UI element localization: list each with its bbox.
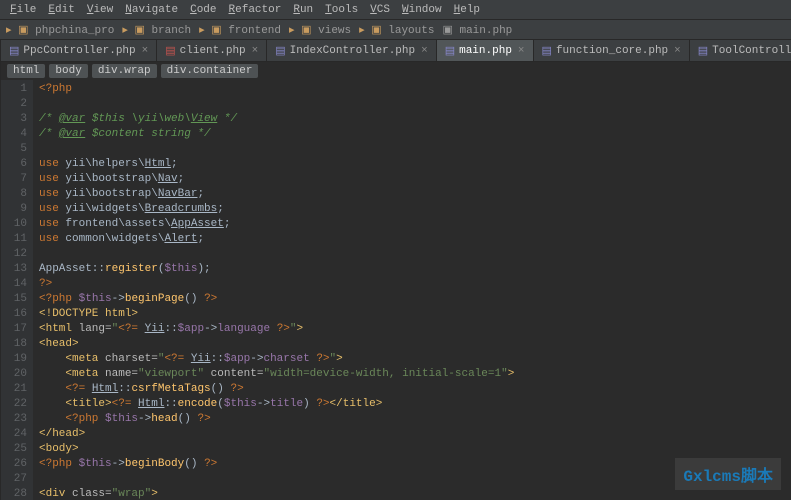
watermark: Gxlcms脚本 xyxy=(675,458,781,490)
breadcrumb-item[interactable]: ▸ ▣ branch xyxy=(122,23,191,37)
breadcrumb-item[interactable]: ▸ ▣ frontend xyxy=(199,23,281,37)
file-icon: ▤ xyxy=(275,44,285,58)
file-icon: ▤ xyxy=(698,44,708,58)
close-icon[interactable]: × xyxy=(252,45,259,57)
tab-function_core.php[interactable]: ▤function_core.php× xyxy=(534,40,690,61)
crumb-body[interactable]: body xyxy=(49,64,87,78)
menu-view[interactable]: View xyxy=(81,2,119,18)
tab-IndexController.php[interactable]: ▤IndexController.php× xyxy=(267,40,436,61)
crumb-html[interactable]: html xyxy=(7,64,45,78)
menu-window[interactable]: Window xyxy=(396,2,448,18)
tab-PpcController.php[interactable]: ▤PpcController.php× xyxy=(1,40,157,61)
tab-ToolController.php[interactable]: ▤ToolController.php× xyxy=(690,40,791,61)
menu-tools[interactable]: Tools xyxy=(319,2,364,18)
close-icon[interactable]: × xyxy=(142,45,149,57)
tab-client.php[interactable]: ▤client.php× xyxy=(157,40,267,61)
menu-help[interactable]: Help xyxy=(448,2,486,18)
file-icon: ▤ xyxy=(9,44,19,58)
tab-main.php[interactable]: ▤main.php× xyxy=(437,40,534,61)
menu-code[interactable]: Code xyxy=(184,2,222,18)
breadcrumb-item[interactable]: ▸ ▣ layouts xyxy=(359,23,434,37)
file-icon: ▤ xyxy=(445,44,455,58)
menu-navigate[interactable]: Navigate xyxy=(119,2,184,18)
close-icon[interactable]: × xyxy=(421,45,428,57)
menu-file[interactable]: File xyxy=(4,2,42,18)
editor: ▤PpcController.php×▤client.php×▤IndexCon… xyxy=(1,40,791,500)
breadcrumb-item[interactable]: ▸ ▣ phpchina_pro xyxy=(6,23,114,37)
menu-refactor[interactable]: Refactor xyxy=(223,2,288,18)
close-icon[interactable]: × xyxy=(674,45,681,57)
crumb-div.wrap[interactable]: div.wrap xyxy=(92,64,157,78)
crumb-div.container[interactable]: div.container xyxy=(161,64,259,78)
gutter: 1234567891011121314151617181920212223242… xyxy=(1,80,33,500)
breadcrumb-item[interactable]: ▸ ▣ views xyxy=(289,23,351,37)
close-icon[interactable]: × xyxy=(518,45,525,57)
menubar: FileEditViewNavigateCodeRefactorRunTools… xyxy=(0,0,791,20)
file-icon: ▤ xyxy=(165,44,175,58)
menu-run[interactable]: Run xyxy=(287,2,319,18)
menu-vcs[interactable]: VCS xyxy=(364,2,396,18)
menu-edit[interactable]: Edit xyxy=(42,2,80,18)
code-view[interactable]: <?php /* @var $this \yii\web\View */ /* … xyxy=(33,80,791,500)
editor-tabs: ▤PpcController.php×▤client.php×▤IndexCon… xyxy=(1,40,791,62)
breadcrumb-item[interactable]: ▣ main.php xyxy=(442,23,512,37)
breadcrumb-bar: ▸ ▣ phpchina_pro ▸ ▣ branch ▸ ▣ frontend ▸ … xyxy=(0,20,791,40)
file-icon: ▤ xyxy=(542,44,552,58)
code-crumbs: html body div.wrap div.container xyxy=(1,62,791,80)
